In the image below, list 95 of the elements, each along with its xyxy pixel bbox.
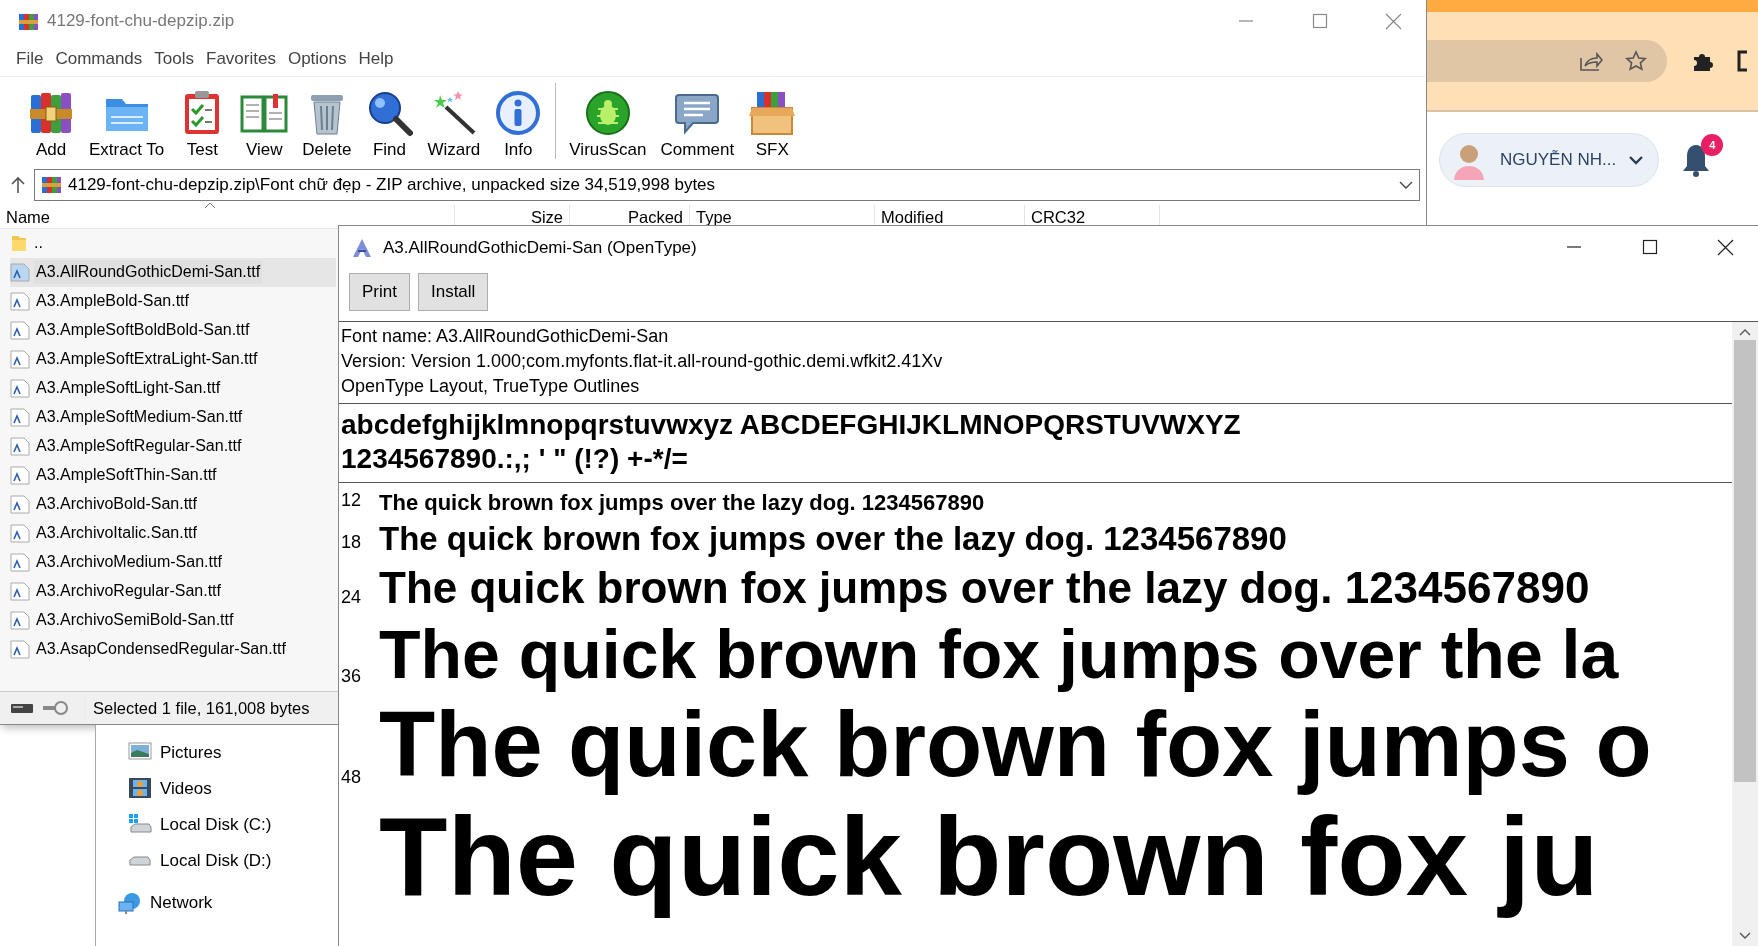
file-row[interactable]: A3.AmpleBold-San.ttf xyxy=(10,286,336,316)
menu-item[interactable]: Help xyxy=(352,44,400,74)
point-size: 18 xyxy=(340,531,363,555)
status-text: Selected 1 file, 161,008 bytes xyxy=(84,695,310,721)
toolbar-button[interactable]: Delete xyxy=(295,89,359,163)
font-file-icon xyxy=(10,349,30,369)
sort-caret-icon xyxy=(204,201,216,209)
sample-text: The quick brown fox jumps over the lazy dog. 1234567890 xyxy=(379,518,1287,559)
sample-text: The quick brown fox jumps over the lazy dog. 1234567890 xyxy=(379,562,1590,615)
scrollbar[interactable] xyxy=(1732,321,1758,946)
menu-item[interactable]: Favorites xyxy=(200,44,282,74)
notification-badge: 4 xyxy=(1701,134,1724,156)
point-size: 24 xyxy=(340,586,363,610)
file-row[interactable]: A3.AmpleSoftThin-San.ttf xyxy=(10,460,336,490)
account-menu[interactable]: NGUYỄN NH... xyxy=(1439,133,1660,187)
share-icon[interactable] xyxy=(1579,50,1603,72)
menu-item[interactable]: File xyxy=(10,44,50,74)
dropdown-caret-icon xyxy=(1399,179,1413,190)
nav-item[interactable]: Pictures xyxy=(96,735,338,771)
toolbar-button[interactable]: Install xyxy=(417,273,489,311)
file-row[interactable]: A3.AmpleSoftMedium-San.ttf xyxy=(10,402,336,432)
menu-item[interactable]: Tools xyxy=(148,44,200,74)
nav-item[interactable]: Network xyxy=(96,885,338,921)
nav-item[interactable]: Videos xyxy=(96,771,338,807)
font-file-icon xyxy=(10,552,30,572)
star-icon[interactable] xyxy=(1625,50,1647,72)
file-row[interactable]: A3.AsapCondensedRegular-San.ttf xyxy=(10,634,336,664)
toolbar-button[interactable]: SFX xyxy=(741,89,804,163)
nav-item[interactable]: Local Disk (C:) xyxy=(96,807,338,843)
sample-text: The quick brown fox jumps over the la xyxy=(379,615,1619,694)
toolbar-button[interactable]: Test xyxy=(171,89,234,163)
file-row[interactable]: A3.ArchivoSemiBold-San.ttf xyxy=(10,605,336,635)
sample-text: The quick brown fox ju xyxy=(379,794,1599,918)
toolbar-button[interactable]: Comment xyxy=(653,89,742,163)
font-file-icon xyxy=(10,436,30,456)
menu-item[interactable]: Commands xyxy=(49,44,149,74)
font-file-icon xyxy=(10,465,30,485)
font-file-icon xyxy=(10,581,30,601)
folder-icon xyxy=(10,233,28,253)
file-row[interactable]: A3.ArchivoRegular-San.ttf xyxy=(10,576,336,606)
drive-icon xyxy=(129,856,151,866)
file-row[interactable]: .. xyxy=(10,228,336,258)
file-row[interactable]: A3.AmpleSoftRegular-San.ttf xyxy=(10,431,336,461)
font-file-icon xyxy=(10,494,30,514)
toolbar-button[interactable]: VirusScan xyxy=(562,89,654,163)
scroll-up-icon xyxy=(1739,327,1751,336)
toolbar-button[interactable]: Find xyxy=(358,89,421,163)
file-row[interactable]: A3.ArchivoBold-San.ttf xyxy=(10,489,336,519)
file-row[interactable]: A3.ArchivoItalic.San.ttf xyxy=(10,518,336,548)
film-icon xyxy=(128,777,152,801)
nav-item[interactable]: Local Disk (D:) xyxy=(96,843,338,879)
font-file-icon xyxy=(10,291,30,311)
window-title: A3.AllRoundGothicDemi-San (OpenType) xyxy=(383,236,698,259)
info-line: Version: Version 1.000;com.myfonts.flat-it.all-round-gothic.demi.wfkit2.41Xv xyxy=(341,349,944,373)
network-icon xyxy=(118,891,142,915)
point-size: 36 xyxy=(340,664,363,688)
font-file-icon xyxy=(10,262,30,282)
toolbar-button[interactable]: Extract To xyxy=(82,89,172,163)
info-line: OpenType Layout, TrueType Outlines xyxy=(341,374,641,398)
file-row[interactable]: A3.AllRoundGothicDemi-San.ttf xyxy=(10,257,336,287)
font-file-icon xyxy=(10,407,30,427)
font-file-icon xyxy=(10,378,30,398)
toolbar-button[interactable]: Info xyxy=(487,89,550,163)
font-file-icon xyxy=(10,320,30,340)
bug-icon xyxy=(583,89,632,137)
sample-text: The quick brown fox jumps over the lazy dog. 1234567890 xyxy=(379,488,985,517)
character-set-line: abcdefghijklmnopqrstuvwxyz ABCDEFGHIJKLMNOPQRSTUVWXYZ xyxy=(341,407,1242,442)
info-icon xyxy=(494,89,543,137)
scroll-down-icon xyxy=(1739,932,1751,940)
info-line: Font name: A3.AllRoundGothicDemi-San xyxy=(341,324,670,348)
window-title: 4129-font-chu-depzip.zip xyxy=(47,10,236,33)
file-row[interactable]: A3.AmpleSoftLight-San.ttf xyxy=(10,373,336,403)
toolbar-button[interactable]: Wizard xyxy=(420,89,488,163)
toolbar-button[interactable]: View xyxy=(233,89,296,163)
key-icon xyxy=(42,700,68,716)
point-size: 12 xyxy=(340,488,363,512)
box-icon xyxy=(748,89,797,137)
chevron-down-icon xyxy=(1628,155,1645,165)
toolbar-button[interactable]: Add xyxy=(20,89,82,163)
file-row[interactable]: A3.AmpleSoftBoldBold-San.ttf xyxy=(10,315,336,345)
address-bar[interactable] xyxy=(1427,40,1667,82)
character-set-line: 1234567890.:,; ' " (!?) +-*/= xyxy=(341,441,689,476)
file-row[interactable]: A3.AmpleSoftExtraLight-San.ttf xyxy=(10,344,336,374)
sample-text: The quick brown fox jumps o xyxy=(379,693,1652,795)
file-row[interactable]: A3.ArchivoMedium-San.ttf xyxy=(10,547,336,577)
address-field[interactable]: 4129-font-chu-depzip.zip\Font chữ đẹp - ZIP archive, unpacked size 34,519,998 bytes xyxy=(34,168,1420,201)
scrollbar-thumb[interactable] xyxy=(1734,339,1756,782)
menu-item[interactable]: Options xyxy=(281,44,353,74)
toolbar-button[interactable]: Print xyxy=(349,273,410,311)
archive-icon xyxy=(41,174,62,195)
font-file-icon xyxy=(10,639,30,659)
font-file-icon xyxy=(10,523,30,543)
point-size: 48 xyxy=(340,765,363,789)
font-file-icon xyxy=(10,610,30,630)
drive-icon xyxy=(10,702,34,714)
